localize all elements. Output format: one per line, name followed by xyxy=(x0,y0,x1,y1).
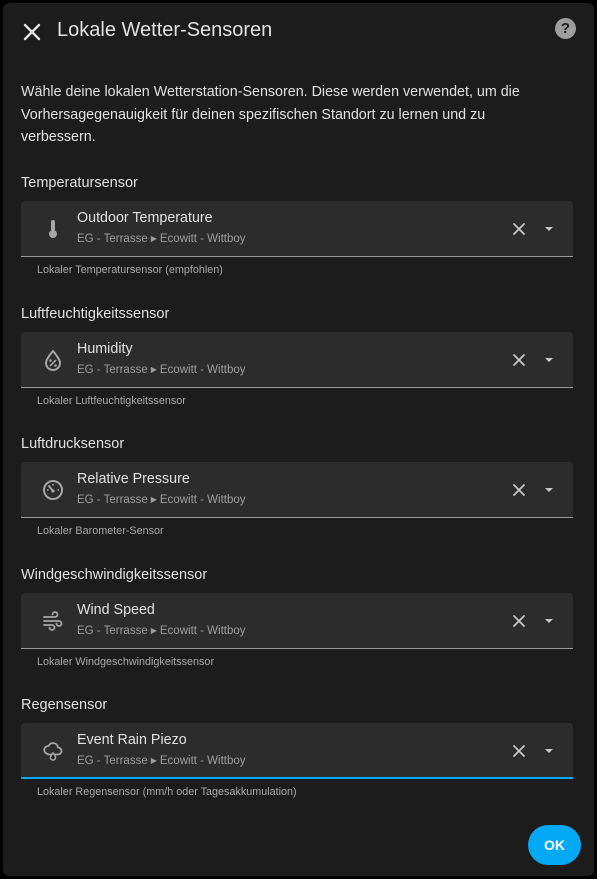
close-icon xyxy=(23,23,41,41)
clear-button[interactable] xyxy=(507,739,531,763)
helper-text: Lokaler Regensensor (mm/h oder Tagesakku… xyxy=(37,786,297,798)
device-name: Ecowitt - Wittboy xyxy=(159,494,246,506)
water-percent-icon xyxy=(41,348,65,372)
weather-rainy-icon xyxy=(41,739,65,763)
menu-down-icon xyxy=(545,619,553,623)
ok-button[interactable]: OK xyxy=(528,825,581,865)
close-icon xyxy=(513,223,525,235)
helper-text: Lokaler Barometer-Sensor xyxy=(37,525,164,537)
weather-sensors-dialog: Lokale Wetter-Sensoren ? Wähle deine lok… xyxy=(3,3,594,876)
helper-text: Lokaler Luftfeuchtigkeitssensor xyxy=(37,395,186,407)
section-rain: Regensensor Event Rain Piezo EG - Terras… xyxy=(21,697,573,798)
entity-picker-wind[interactable]: Wind Speed EG - Terrasse ▶ Ecowitt - Wittb… xyxy=(21,593,573,649)
device-name: Ecowitt - Wittboy xyxy=(159,625,246,637)
caret-right-icon: ▶ xyxy=(150,234,157,243)
area-name: EG - Terrasse xyxy=(77,364,148,376)
gauge-icon xyxy=(41,478,65,502)
entity-name: Humidity xyxy=(77,341,133,357)
dialog-description: Wähle deine lokalen Wetterstation-Sensor… xyxy=(21,84,520,145)
caret-right-icon: ▶ xyxy=(150,495,157,504)
area-name: EG - Terrasse xyxy=(77,755,148,767)
dropdown-button[interactable] xyxy=(539,348,559,372)
close-icon xyxy=(513,484,525,496)
section-pressure: Luftdrucksensor Relative Pressure EG - T… xyxy=(21,436,573,537)
clear-button[interactable] xyxy=(507,609,531,633)
menu-down-icon xyxy=(545,488,553,492)
close-icon xyxy=(513,745,525,757)
caret-right-icon: ▶ xyxy=(150,756,157,765)
entity-name: Outdoor Temperature xyxy=(77,210,213,226)
entity-picker-rain[interactable]: Event Rain Piezo EG - Terrasse ▶ Ecowitt -… xyxy=(21,723,573,779)
device-name: Ecowitt - Wittboy xyxy=(159,755,246,767)
entity-picker-pressure[interactable]: Relative Pressure EG - Terrasse ▶ Ecowitt … xyxy=(21,462,573,518)
dialog-header: Lokale Wetter-Sensoren ? xyxy=(3,3,594,59)
clear-button[interactable] xyxy=(507,348,531,372)
menu-down-icon xyxy=(545,749,553,753)
entity-name: Relative Pressure xyxy=(77,471,190,487)
entity-picker-temperature[interactable]: Outdoor Temperature EG - Terrasse ▶ Ecowit… xyxy=(21,201,573,257)
entity-context: EG - Terrasse ▶ Ecowitt - Wittboy xyxy=(77,364,246,376)
menu-down-icon xyxy=(545,358,553,362)
section-humidity: Luftfeuchtigkeitssensor Humidity EG - Te… xyxy=(21,306,573,407)
section-label: Windgeschwindigkeitssensor xyxy=(21,567,208,583)
area-name: EG - Terrasse xyxy=(77,494,148,506)
area-name: EG - Terrasse xyxy=(77,625,148,637)
caret-right-icon: ▶ xyxy=(150,365,157,374)
clear-button[interactable] xyxy=(507,478,531,502)
section-label: Regensensor xyxy=(21,697,108,713)
dropdown-button[interactable] xyxy=(539,609,559,633)
device-name: Ecowitt - Wittboy xyxy=(159,233,246,245)
help-button[interactable]: ? xyxy=(555,18,576,39)
section-label: Luftfeuchtigkeitssensor xyxy=(21,306,170,322)
dropdown-button[interactable] xyxy=(539,478,559,502)
entity-context: EG - Terrasse ▶ Ecowitt - Wittboy xyxy=(77,625,246,637)
thermometer-icon xyxy=(41,217,65,241)
close-icon xyxy=(513,354,525,366)
dropdown-button[interactable] xyxy=(539,217,559,241)
weather-windy-icon xyxy=(41,609,65,633)
helper-text: Lokaler Windgeschwindigkeitssensor xyxy=(37,656,215,668)
dropdown-button[interactable] xyxy=(539,739,559,763)
section-wind: Windgeschwindigkeitssensor Wind Speed EG… xyxy=(21,567,573,668)
entity-context: EG - Terrasse ▶ Ecowitt - Wittboy xyxy=(77,494,246,506)
entity-picker-humidity[interactable]: Humidity EG - Terrasse ▶ Ecowitt - Wittboy xyxy=(21,332,573,388)
dialog-title: Lokale Wetter-Sensoren xyxy=(57,19,273,41)
section-label: Temperatursensor xyxy=(21,175,138,191)
section-temperature: Temperatursensor Outdoor Temperature EG … xyxy=(21,175,573,276)
entity-context: EG - Terrasse ▶ Ecowitt - Wittboy xyxy=(77,233,246,245)
entity-name: Wind Speed xyxy=(77,602,155,618)
menu-down-icon xyxy=(545,227,553,231)
clear-button[interactable] xyxy=(507,217,531,241)
entity-name: Event Rain Piezo xyxy=(77,732,187,748)
section-label: Luftdrucksensor xyxy=(21,436,125,452)
entity-context: EG - Terrasse ▶ Ecowitt - Wittboy xyxy=(77,755,246,767)
close-icon xyxy=(513,615,525,627)
helper-text: Lokaler Temperatursensor (empfohlen) xyxy=(37,264,223,276)
device-name: Ecowitt - Wittboy xyxy=(159,364,246,376)
help-icon: ? xyxy=(560,20,571,37)
area-name: EG - Terrasse xyxy=(77,233,148,245)
caret-right-icon: ▶ xyxy=(150,626,157,635)
close-button[interactable] xyxy=(17,17,47,47)
